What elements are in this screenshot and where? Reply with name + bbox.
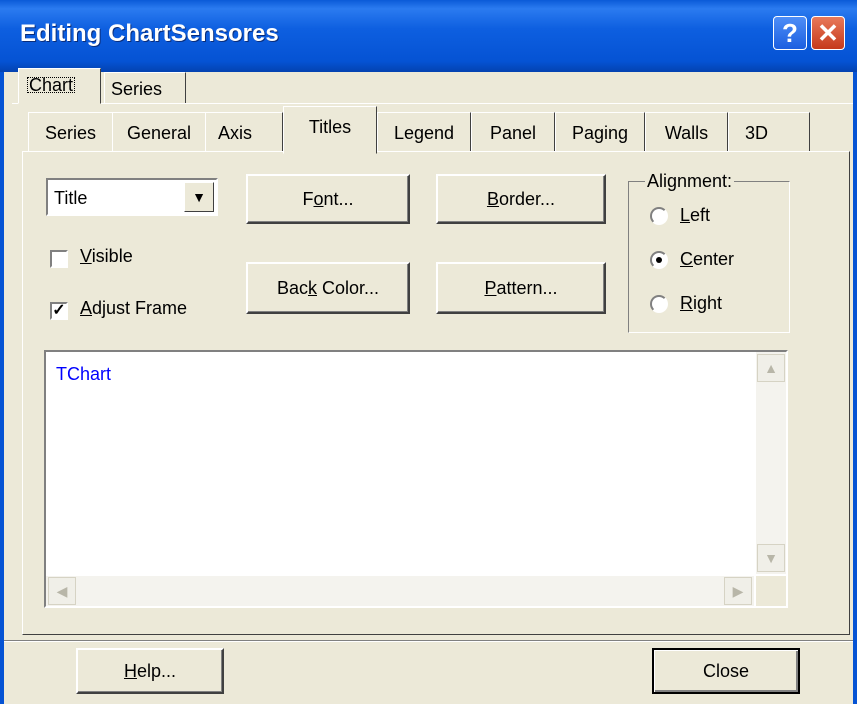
inner-tab-3d-label: 3D xyxy=(745,123,769,143)
back-color-button-label: Back Color... xyxy=(276,277,380,298)
border-button-label: Border... xyxy=(486,188,556,209)
inner-tab-panel-label: Panel xyxy=(489,123,537,143)
tab-divider xyxy=(12,103,853,104)
tab-series-label: Series xyxy=(111,79,163,99)
scroll-right-icon[interactable]: ▶ xyxy=(724,577,752,605)
inner-tab-axis[interactable]: Axis xyxy=(205,112,283,152)
scroll-up-icon[interactable]: ▲ xyxy=(757,354,785,382)
inner-tab-paging-label: Paging xyxy=(571,123,629,143)
inner-tab-3d[interactable]: 3D xyxy=(728,112,810,152)
align-left-radio[interactable] xyxy=(650,207,668,225)
title-bar[interactable]: Editing ChartSensores ? ✕ xyxy=(0,0,857,72)
visible-checkbox[interactable] xyxy=(50,250,68,268)
align-right-label: Right xyxy=(680,293,723,313)
radio-selected-dot xyxy=(656,257,662,263)
inner-tab-panel[interactable]: Panel xyxy=(471,112,555,152)
inner-tab-walls-label: Walls xyxy=(664,123,709,143)
align-right-radio[interactable] xyxy=(650,295,668,313)
footer-divider xyxy=(4,640,853,642)
close-button-label: Close xyxy=(702,660,750,681)
vertical-scrollbar[interactable]: ▲ ▼ xyxy=(756,352,786,574)
align-left-label: Left xyxy=(680,205,711,225)
adjust-frame-checkbox[interactable]: ✓ xyxy=(50,302,68,320)
inner-tab-series[interactable]: Series xyxy=(28,112,113,152)
visible-label: Visible xyxy=(80,246,133,266)
font-button[interactable]: Font... xyxy=(246,174,410,224)
title-select[interactable]: Title ▼ xyxy=(46,178,218,216)
checkmark-icon: ✓ xyxy=(52,302,66,319)
help-button[interactable]: Help... xyxy=(76,648,224,694)
alignment-group-title: Alignment: xyxy=(645,171,735,192)
adjust-frame-label: Adjust Frame xyxy=(80,298,188,318)
align-center-label: Center xyxy=(680,249,735,269)
inner-tab-titles[interactable]: Titles xyxy=(283,106,377,154)
help-icon[interactable]: ? xyxy=(773,16,807,50)
window-title: Editing ChartSensores xyxy=(20,20,279,47)
close-button[interactable]: Close xyxy=(652,648,800,694)
help-button-label: Help... xyxy=(123,660,177,681)
inner-tab-legend-label: Legend xyxy=(393,123,455,143)
inner-tab-paging[interactable]: Paging xyxy=(555,112,645,152)
font-button-label: Font... xyxy=(302,188,354,209)
inner-tab-axis-label: Axis xyxy=(218,123,253,143)
inner-tab-walls[interactable]: Walls xyxy=(645,112,728,152)
scroll-left-icon[interactable]: ◀ xyxy=(48,577,76,605)
title-text-line[interactable]: TChart xyxy=(56,364,111,385)
inner-tab-titles-label: Titles xyxy=(308,117,352,137)
scroll-down-icon[interactable]: ▼ xyxy=(757,544,785,572)
horizontal-scrollbar[interactable]: ◀ ▶ xyxy=(46,576,754,606)
title-select-value: Title xyxy=(54,188,88,208)
tab-chart[interactable]: Chart xyxy=(18,68,101,104)
inner-tab-legend[interactable]: Legend xyxy=(377,112,471,152)
title-text-memo[interactable]: TChart ▲ ▼ ◀ ▶ xyxy=(44,350,788,608)
border-button[interactable]: Border... xyxy=(436,174,606,224)
tab-chart-label: Chart xyxy=(25,75,77,95)
scrollbar-corner xyxy=(756,576,786,606)
pattern-button-label: Pattern... xyxy=(484,277,558,298)
back-color-button[interactable]: Back Color... xyxy=(246,262,410,314)
close-icon[interactable]: ✕ xyxy=(811,16,845,50)
inner-tab-general-label: General xyxy=(126,123,192,143)
pattern-button[interactable]: Pattern... xyxy=(436,262,606,314)
inner-tab-series-label: Series xyxy=(44,123,97,143)
chevron-down-icon[interactable]: ▼ xyxy=(184,182,214,212)
tab-series[interactable]: Series xyxy=(104,72,186,104)
inner-tab-general[interactable]: General xyxy=(112,112,206,152)
align-center-radio[interactable] xyxy=(650,251,668,269)
